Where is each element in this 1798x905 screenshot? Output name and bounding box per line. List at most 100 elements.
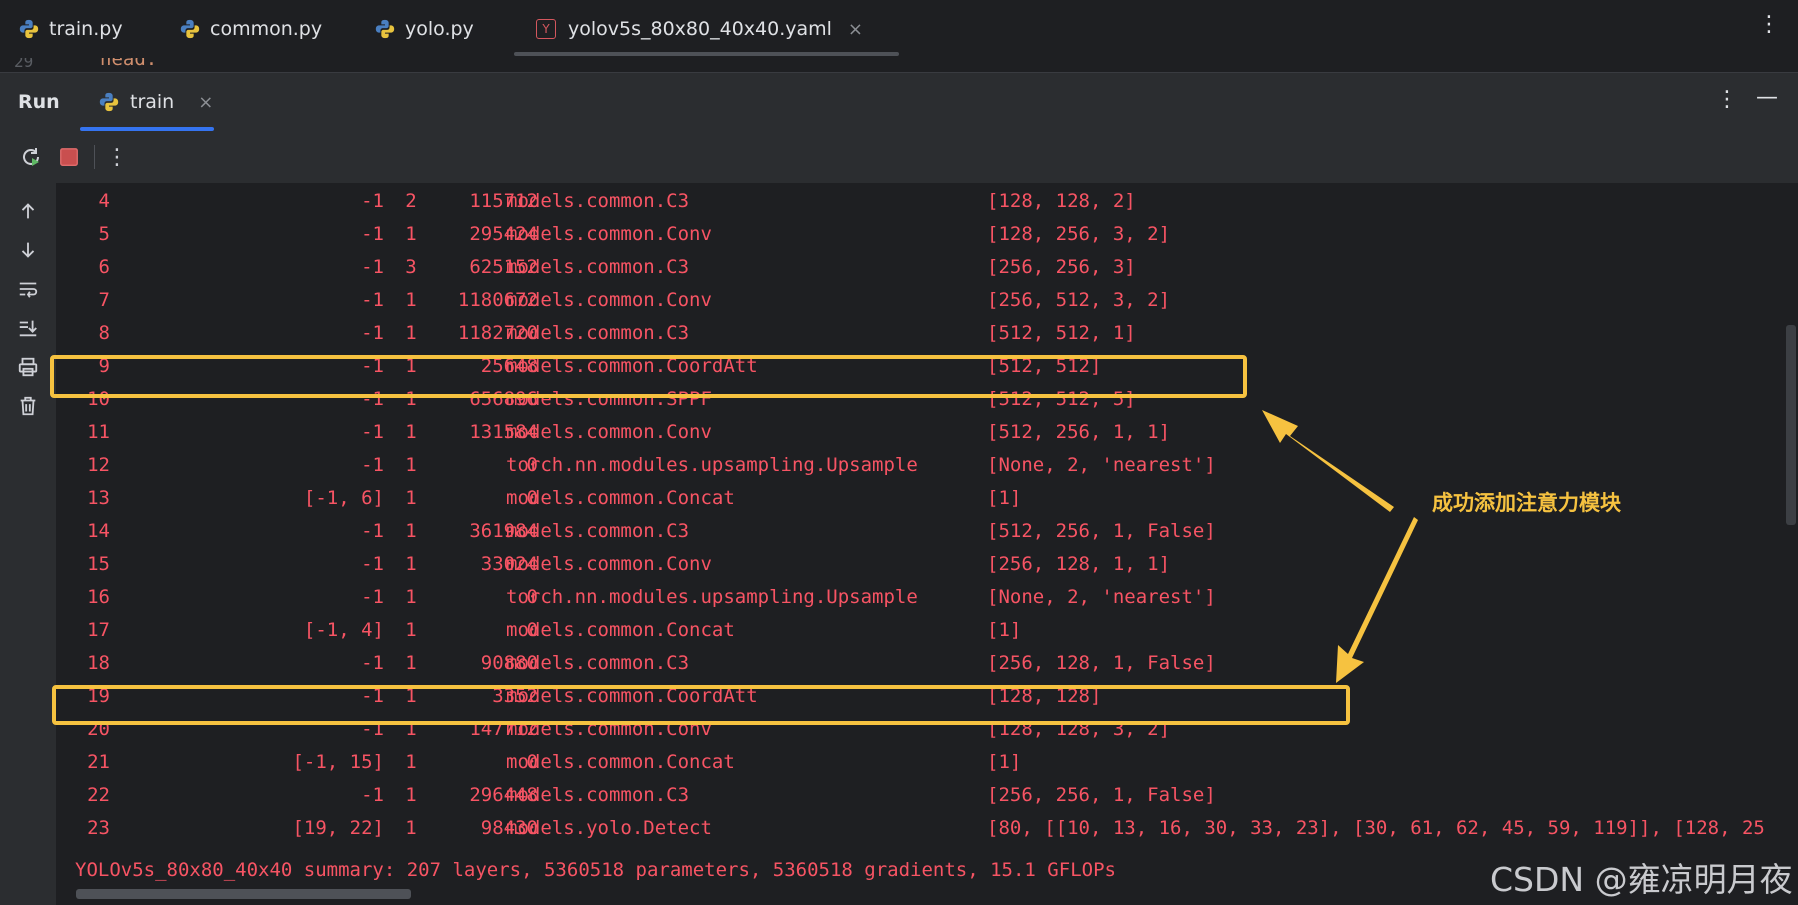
cell-module: models.common.Conv [506, 553, 712, 575]
cell-from: -1 [361, 190, 384, 212]
tab-yolov5s-yaml[interactable]: Y yolov5s_80x80_40x40.yaml × [513, 0, 900, 58]
cell-from: -1 [361, 520, 384, 542]
cell-idx: 5 [98, 223, 110, 245]
cell-module: models.common.Conv [506, 223, 712, 245]
run-tab-label: train [130, 91, 175, 113]
run-panel-header: Run train × ⋮ — [0, 72, 1798, 132]
more-options-icon[interactable]: ⋮ [1716, 87, 1738, 112]
cell-idx: 21 [87, 751, 110, 773]
console-row: 17 [-1, 4] 1 0 models.common.Concat [1] [56, 619, 1798, 652]
cell-module: models.common.Conv [506, 289, 712, 311]
cell-module: models.common.Concat [506, 751, 735, 773]
cell-idx: 13 [87, 487, 110, 509]
cell-idx: 4 [98, 190, 110, 212]
tab-yolo-py[interactable]: yolo.py [374, 0, 474, 58]
horizontal-scrollbar[interactable] [76, 889, 411, 899]
stop-icon[interactable] [56, 144, 82, 170]
cell-n: 1 [405, 652, 417, 674]
run-toolbar: ⋮ [0, 131, 1798, 183]
trash-icon[interactable] [16, 394, 40, 418]
console-row: 4 -1 2 115712 models.common.C3 [128, 128, 2] [56, 190, 1798, 223]
cell-from: [-1, 4] [303, 619, 384, 641]
soft-wrap-icon[interactable] [16, 277, 40, 301]
cell-args: [128, 128, 2] [987, 190, 1136, 212]
cell-args: [512, 512, 1] [987, 322, 1136, 344]
highlight-box-row-19 [52, 685, 1350, 725]
console-row: 6 -1 3 625152 models.common.C3 [256, 256, 3] [56, 256, 1798, 289]
cell-args: [256, 256, 1, False] [987, 784, 1216, 806]
cell-from: -1 [361, 586, 384, 608]
cell-idx: 7 [98, 289, 110, 311]
cell-idx: 11 [87, 421, 110, 443]
cell-idx: 12 [87, 454, 110, 476]
console-row: 11 -1 1 131584 models.common.Conv [512, 256, … [56, 421, 1798, 454]
cell-args: [256, 128, 1, False] [987, 652, 1216, 674]
cell-module: models.common.Conv [506, 421, 712, 443]
cell-n: 1 [405, 784, 417, 806]
cell-idx: 18 [87, 652, 110, 674]
cell-module: torch.nn.modules.upsampling.Upsample [506, 586, 918, 608]
arrow-up-icon[interactable] [16, 199, 40, 223]
cell-idx: 23 [87, 817, 110, 839]
console-sidebar [0, 183, 56, 905]
annotation-callout: 成功添加注意力模块 [1432, 491, 1621, 515]
cell-idx: 15 [87, 553, 110, 575]
cell-from: [19, 22] [292, 817, 384, 839]
cell-module: models.common.C3 [506, 190, 690, 212]
cell-module: models.yolo.Detect [506, 817, 712, 839]
console-row: 23 [19, 22] 1 98430 models.yolo.Detect [80, [… [56, 817, 1798, 850]
close-icon[interactable]: × [198, 92, 213, 113]
cell-from: [-1, 6] [303, 487, 384, 509]
cell-n: 1 [405, 322, 417, 344]
cell-from: -1 [361, 223, 384, 245]
cell-idx: 6 [98, 256, 110, 278]
cell-module: models.common.Concat [506, 619, 735, 641]
tab-label: yolov5s_80x80_40x40.yaml [568, 18, 832, 40]
cell-module: models.common.C3 [506, 652, 690, 674]
console-row: 12 -1 1 0 torch.nn.modules.upsampling.Upsamp… [56, 454, 1798, 487]
console-row: 16 -1 1 0 torch.nn.modules.upsampling.Upsamp… [56, 586, 1798, 619]
python-icon [99, 92, 119, 112]
cell-idx: 14 [87, 520, 110, 542]
more-options-icon[interactable]: ⋮ [104, 144, 130, 170]
cell-args: [None, 2, 'nearest'] [987, 454, 1216, 476]
cell-n: 1 [405, 553, 417, 575]
editor-tab-bar: train.py common.py yolo.py Y yolov5s_80x… [0, 0, 1798, 59]
tab-train-py[interactable]: train.py [18, 0, 123, 58]
cell-from: -1 [361, 421, 384, 443]
tab-common-py[interactable]: common.py [179, 0, 322, 58]
cell-args: [512, 256, 1, 1] [987, 421, 1171, 443]
more-options-icon[interactable]: ⋮ [1758, 12, 1780, 37]
cell-n: 1 [405, 223, 417, 245]
cell-from: [-1, 15] [292, 751, 384, 773]
run-panel-title: Run [18, 91, 60, 113]
scroll-to-end-icon[interactable] [16, 316, 40, 340]
yaml-icon: Y [536, 19, 556, 39]
cell-from: -1 [361, 784, 384, 806]
cell-from: -1 [361, 256, 384, 278]
tab-label: train.py [49, 18, 123, 40]
console-row: 15 -1 1 33024 models.common.Conv [256, 128, 1… [56, 553, 1798, 586]
python-icon [180, 19, 200, 39]
cell-module: torch.nn.modules.upsampling.Upsample [506, 454, 918, 476]
cell-args: [256, 256, 3] [987, 256, 1136, 278]
cell-module: models.common.C3 [506, 520, 690, 542]
cell-idx: 8 [98, 322, 110, 344]
cell-n: 2 [405, 190, 417, 212]
tab-label: common.py [210, 18, 323, 40]
close-icon[interactable]: × [848, 19, 863, 40]
model-summary: YOLOv5s_80x80_40x40 summary: 207 layers,… [75, 859, 1116, 881]
rerun-icon[interactable] [18, 144, 44, 170]
vertical-scrollbar[interactable] [1786, 325, 1796, 525]
run-tab-train[interactable]: train × [80, 73, 214, 131]
cell-n: 1 [405, 487, 417, 509]
cell-n: 1 [405, 289, 417, 311]
cell-args: [128, 256, 3, 2] [987, 223, 1171, 245]
console-row: 5 -1 1 295424 models.common.Conv [128, 256, 3… [56, 223, 1798, 256]
print-icon[interactable] [16, 355, 40, 379]
console-output: 4 -1 2 115712 models.common.C3 [128, 128, 2] 5… [56, 183, 1798, 905]
minimize-icon[interactable]: — [1756, 85, 1778, 110]
tab-label: yolo.py [405, 18, 474, 40]
cell-from: -1 [361, 454, 384, 476]
arrow-down-icon[interactable] [16, 238, 40, 262]
